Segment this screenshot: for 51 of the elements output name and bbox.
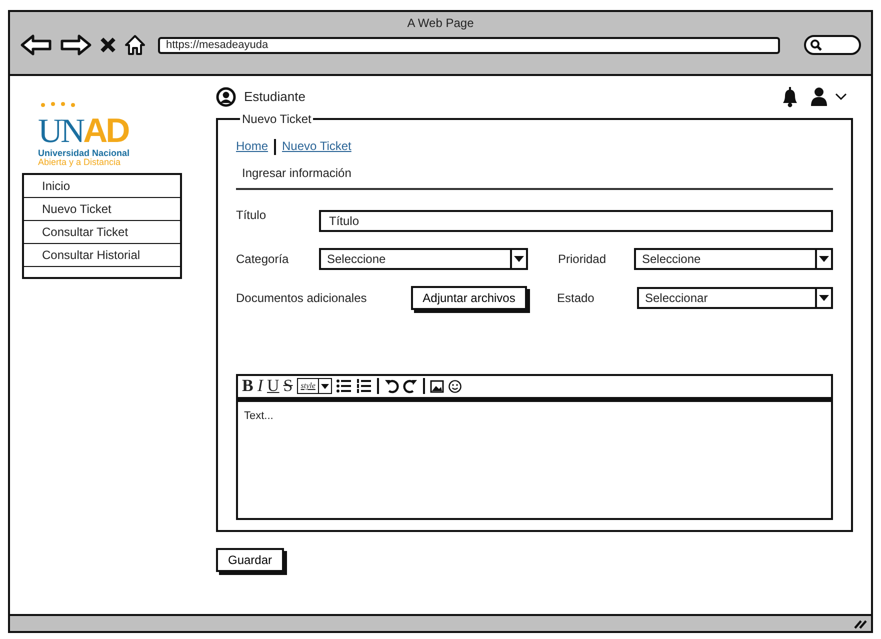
field-label: Prioridad: [557, 250, 608, 268]
dots-icon: [38, 102, 76, 108]
forward-icon[interactable]: [60, 34, 92, 56]
sidebar-item[interactable]: Consultar Historial: [24, 244, 180, 266]
sidebar-item[interactable]: Consultar Ticket: [24, 220, 180, 244]
field-label: Categoría: [236, 250, 290, 268]
field-label: Estado: [556, 290, 596, 306]
bold-button[interactable]: B: [242, 377, 254, 395]
resize-grip-icon[interactable]: [853, 618, 867, 628]
redo-icon[interactable]: [403, 378, 418, 394]
breadcrumb-link[interactable]: Nuevo Ticket: [282, 139, 352, 153]
strikethrough-button[interactable]: S: [283, 377, 293, 395]
sidebar-item[interactable]: Inicio: [24, 174, 180, 198]
bulleted-list-icon[interactable]: [336, 378, 352, 394]
toolbar-divider-icon: [376, 378, 380, 394]
style-dropdown[interactable]: style: [296, 378, 332, 394]
home-icon[interactable]: [124, 34, 146, 56]
search-icon: [810, 39, 822, 51]
select-field[interactable]: Seleccione: [319, 248, 528, 270]
user-name: Estudiante: [244, 88, 306, 106]
smiley-icon[interactable]: [448, 378, 462, 394]
logo-text: Universidad Nacional: [38, 148, 131, 158]
caret-icon: [819, 256, 829, 262]
text-editor-area[interactable]: Text...: [236, 398, 833, 520]
user-circle-icon: [216, 87, 236, 107]
toolbar-divider-icon: [422, 378, 426, 394]
caret-icon: [514, 256, 524, 262]
back-icon[interactable]: [20, 34, 52, 56]
select-field[interactable]: Seleccione: [634, 248, 833, 270]
search-field[interactable]: [804, 35, 861, 55]
numbered-list-icon[interactable]: [356, 378, 372, 394]
breadcrumb-link[interactable]: Home: [236, 139, 268, 153]
select-field[interactable]: Seleccionar: [637, 286, 833, 308]
section-heading: Ingresar información: [236, 156, 833, 190]
caret-icon: [819, 294, 829, 300]
logo-text: Abierta y a Distancia: [38, 158, 122, 166]
italic-button[interactable]: I: [257, 377, 264, 395]
undo-icon[interactable]: [384, 378, 400, 394]
underline-button[interactable]: U: [267, 377, 280, 395]
field-label: Título: [236, 206, 268, 224]
close-icon[interactable]: [100, 37, 116, 53]
field-label: Documentos adicionales: [236, 290, 368, 306]
title-field[interactable]: Título: [319, 210, 833, 232]
image-icon[interactable]: [430, 378, 444, 394]
address-field[interactable]: https://mesadeayuda: [158, 36, 780, 54]
caret-icon: [321, 384, 330, 388]
panel-title: Nuevo Ticket: [241, 112, 312, 126]
logo-wordmark: UNAD: [38, 114, 130, 148]
save-button[interactable]: Guardar: [216, 548, 284, 572]
window-title: A Web Page: [406, 15, 475, 32]
sidebar-item[interactable]: Nuevo Ticket: [24, 198, 180, 220]
